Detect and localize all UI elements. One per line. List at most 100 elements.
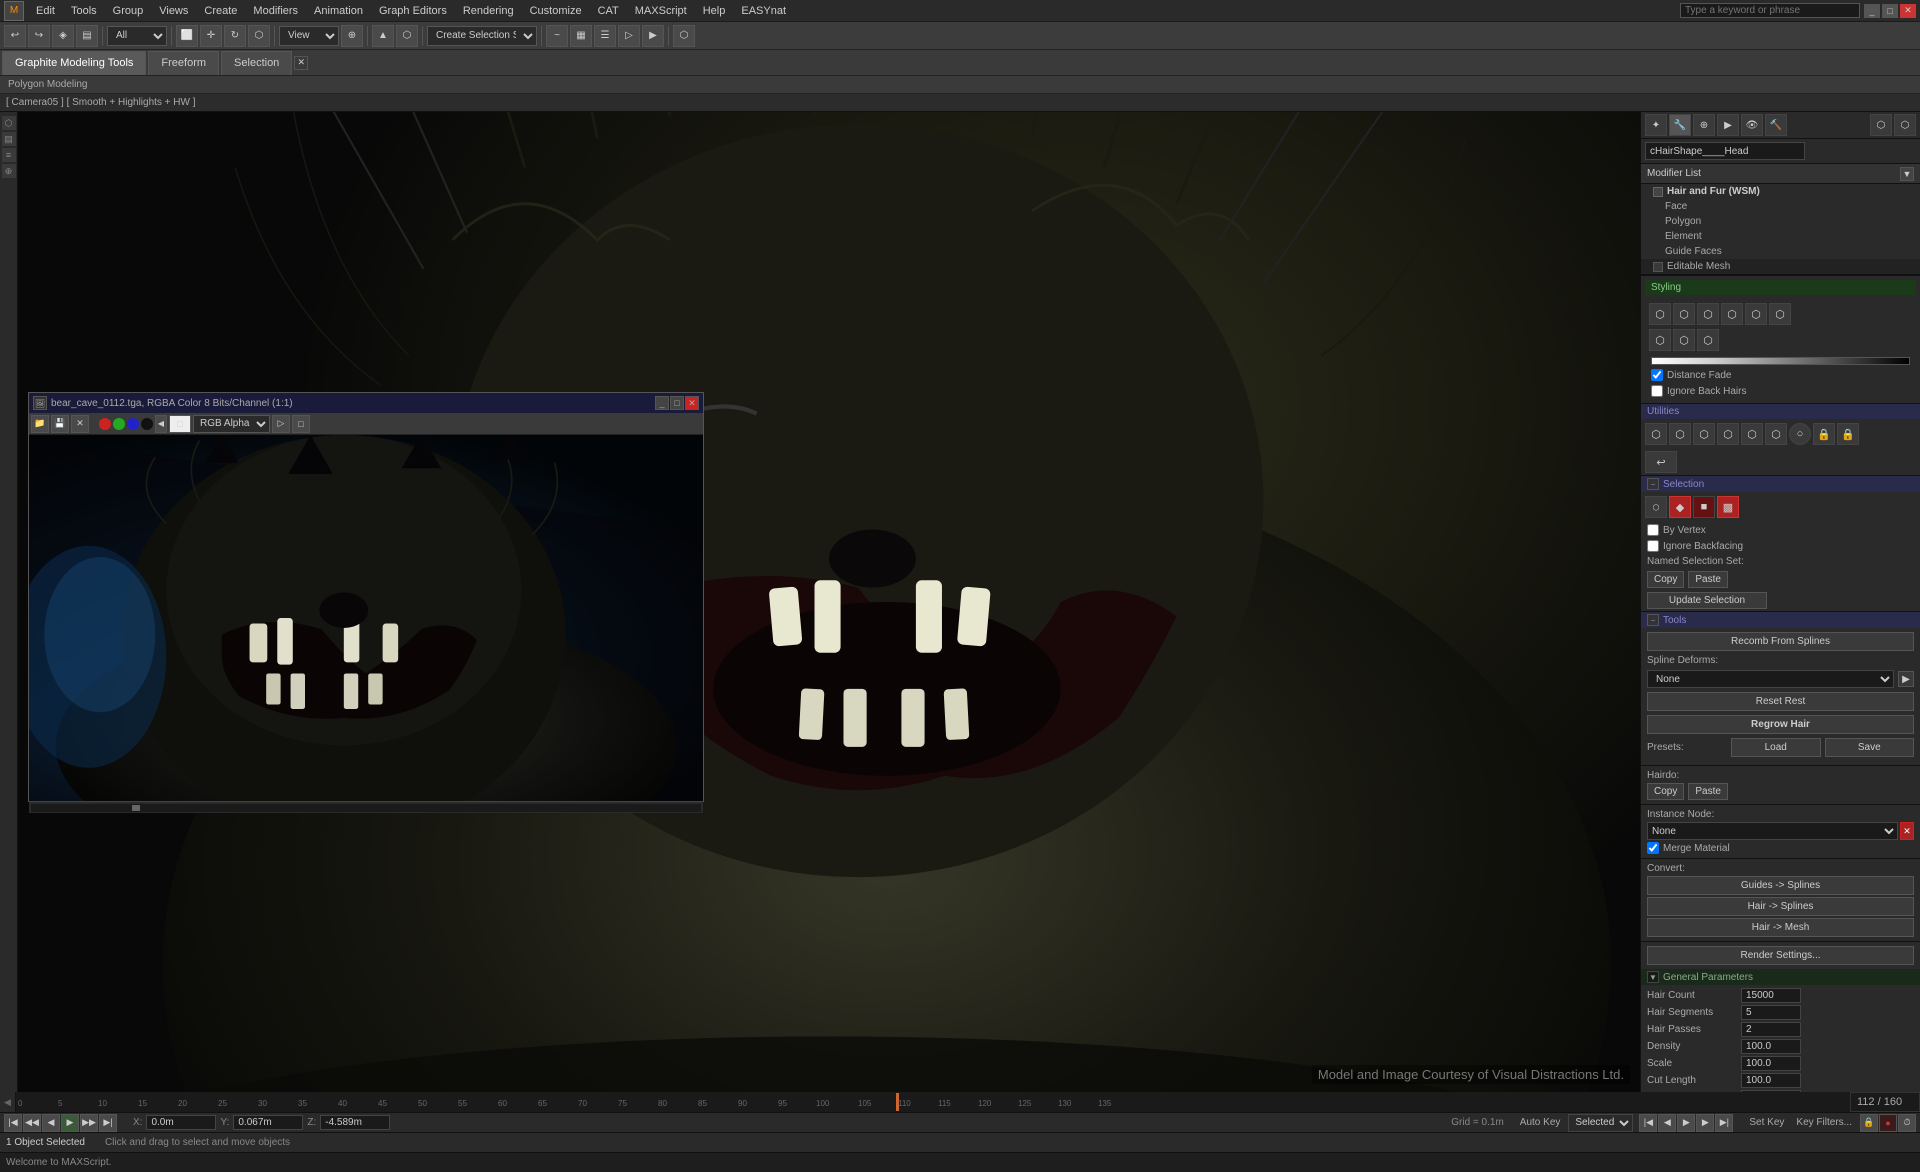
ignore-backfacing-checkbox[interactable]	[1647, 540, 1659, 552]
menu-item-customize[interactable]: Customize	[522, 3, 590, 19]
create-sel-dropdown[interactable]: Create Selection S	[427, 26, 537, 46]
save-btn[interactable]: Save	[1825, 738, 1915, 757]
anim-btn-4[interactable]: ▶	[1696, 1114, 1714, 1132]
modifier-dropdown[interactable]: ▼	[1900, 167, 1914, 181]
load-btn[interactable]: Load	[1731, 738, 1821, 757]
material-editor-btn[interactable]: ⬡	[673, 25, 695, 47]
mod-face[interactable]: Face	[1641, 199, 1920, 214]
display-icon[interactable]: 👁	[1741, 114, 1763, 136]
util-icon-3[interactable]: ⬡	[1693, 423, 1715, 445]
spline-none-dropdown[interactable]: None	[1647, 670, 1894, 688]
style-icon-2[interactable]: ⬡	[1673, 303, 1695, 325]
mod-editable-mesh[interactable]: Editable Mesh	[1641, 259, 1920, 274]
gbar-tab-close[interactable]: ✕	[294, 56, 308, 70]
util-icon-4[interactable]: ⬡	[1717, 423, 1739, 445]
scale-input[interactable]	[1741, 1056, 1801, 1071]
hair-segments-input[interactable]	[1741, 1005, 1801, 1020]
sel-copy-btn[interactable]: Copy	[1647, 571, 1684, 588]
curve-editor-btn[interactable]: ~	[546, 25, 568, 47]
create-icon[interactable]: ✦	[1645, 114, 1667, 136]
prev-frame-btn[interactable]: |◀	[4, 1114, 22, 1132]
sel-paste-btn[interactable]: Paste	[1688, 571, 1728, 588]
float-tb-btn1[interactable]: ▷	[272, 415, 290, 433]
util-icon-arc[interactable]: ↩	[1645, 451, 1677, 473]
style-icon-9[interactable]: ⬡	[1697, 329, 1719, 351]
left-icon-4[interactable]: ⊕	[2, 164, 16, 178]
object-name-input[interactable]	[1645, 142, 1805, 160]
float-scrollbar[interactable]	[29, 801, 703, 813]
play-back-btn[interactable]: ◀	[42, 1114, 60, 1132]
prev-key-btn[interactable]: ◀◀	[23, 1114, 41, 1132]
channel-black-dot[interactable]	[141, 418, 153, 430]
sel-icon-4[interactable]: ▩	[1717, 496, 1739, 518]
util-icon-5[interactable]: ⬡	[1741, 423, 1763, 445]
reset-rest-btn[interactable]: Reset Rest	[1647, 692, 1914, 711]
close-button[interactable]: ✕	[1900, 4, 1916, 18]
minimize-button[interactable]: _	[1864, 4, 1880, 18]
y-coord-input[interactable]	[233, 1115, 303, 1130]
channel-blue-dot[interactable]	[127, 418, 139, 430]
style-icon-1[interactable]: ⬡	[1649, 303, 1671, 325]
util-icon-lock1[interactable]: 🔒	[1813, 423, 1835, 445]
select-btn[interactable]: ◈	[52, 25, 74, 47]
mod-hair-fur[interactable]: Hair and Fur (WSM)	[1641, 184, 1920, 199]
left-icon-1[interactable]: ⬡	[2, 116, 16, 130]
redo-btn[interactable]: ↪	[28, 25, 50, 47]
gen-params-header[interactable]: ▼ General Parameters	[1641, 969, 1920, 985]
cut-length-input[interactable]	[1741, 1073, 1801, 1088]
dope-sheet-btn[interactable]: ▦	[570, 25, 592, 47]
anim-btn-1[interactable]: |◀	[1639, 1114, 1657, 1132]
selection-collapse-btn[interactable]: −	[1647, 478, 1659, 490]
hairdo-paste-btn[interactable]: Paste	[1688, 783, 1728, 800]
select-region-btn[interactable]: ⬜	[176, 25, 198, 47]
merge-material-checkbox[interactable]	[1647, 842, 1659, 854]
channel-white-btn[interactable]: □	[169, 415, 191, 433]
spline-arrow-btn[interactable]: ▶	[1898, 671, 1914, 687]
mod-guide-faces[interactable]: Guide Faces	[1641, 244, 1920, 259]
float-close-btn[interactable]: ✕	[685, 396, 699, 410]
channel-left-btn[interactable]: ◀	[155, 415, 167, 433]
move-btn[interactable]: ✛	[200, 25, 222, 47]
by-vertex-checkbox[interactable]	[1647, 524, 1659, 536]
motion-icon[interactable]: ▶	[1717, 114, 1739, 136]
style-icon-5[interactable]: ⬡	[1745, 303, 1767, 325]
menu-item-tools[interactable]: Tools	[63, 3, 105, 19]
menu-item-group[interactable]: Group	[105, 3, 152, 19]
menu-item-maxscript[interactable]: MAXScript	[627, 3, 695, 19]
left-icon-3[interactable]: ≡	[2, 148, 16, 162]
menu-item-rendering[interactable]: Rendering	[455, 3, 522, 19]
timeline-ruler[interactable]: 0 5 10 15 20 25 30 35 40 45 50 55 60 65 …	[16, 1092, 1850, 1112]
recomb-btn[interactable]: Recomb From Splines	[1647, 632, 1914, 651]
render-settings-btn[interactable]: Render Settings...	[1647, 946, 1914, 965]
float-minimize-btn[interactable]: _	[655, 396, 669, 410]
style-icon-8[interactable]: ⬡	[1673, 329, 1695, 351]
menu-item-cat[interactable]: CAT	[590, 3, 627, 19]
tools-collapse-btn[interactable]: −	[1647, 614, 1659, 626]
util-icon-lock2[interactable]: 🔒	[1837, 423, 1859, 445]
menu-item-animation[interactable]: Animation	[306, 3, 371, 19]
util-icon-circle[interactable]: ○	[1789, 423, 1811, 445]
render-btn[interactable]: ▷	[618, 25, 640, 47]
rpanel-icon2[interactable]: ⬡	[1894, 114, 1916, 136]
z-coord-input[interactable]	[320, 1115, 390, 1130]
gen-params-expand-btn[interactable]: ▼	[1647, 971, 1659, 983]
modify-icon[interactable]: 🔧	[1669, 114, 1691, 136]
x-coord-input[interactable]	[146, 1115, 216, 1130]
guides-to-splines-btn[interactable]: Guides -> Splines	[1647, 876, 1914, 895]
hair-to-mesh-btn[interactable]: Hair -> Mesh	[1647, 918, 1914, 937]
selection-tab[interactable]: Selection	[221, 51, 292, 75]
sel-icon-1[interactable]: ⬡	[1645, 496, 1667, 518]
style-icon-6[interactable]: ⬡	[1769, 303, 1791, 325]
next-frame-btn[interactable]: ▶|	[99, 1114, 117, 1132]
scale-btn[interactable]: ⬡	[248, 25, 270, 47]
menu-item-easynat[interactable]: EASYnat	[733, 3, 794, 19]
anim-btn-2[interactable]: ◀	[1658, 1114, 1676, 1132]
style-icon-4[interactable]: ⬡	[1721, 303, 1743, 325]
hair-count-input[interactable]	[1741, 988, 1801, 1003]
instance-node-clear-btn[interactable]: ✕	[1900, 822, 1914, 840]
util-icon-2[interactable]: ⬡	[1669, 423, 1691, 445]
mod-polygon[interactable]: Polygon	[1641, 214, 1920, 229]
instance-node-dropdown[interactable]: None	[1647, 822, 1898, 840]
rpanel-icon1[interactable]: ⬡	[1870, 114, 1892, 136]
menu-item-help[interactable]: Help	[695, 3, 734, 19]
